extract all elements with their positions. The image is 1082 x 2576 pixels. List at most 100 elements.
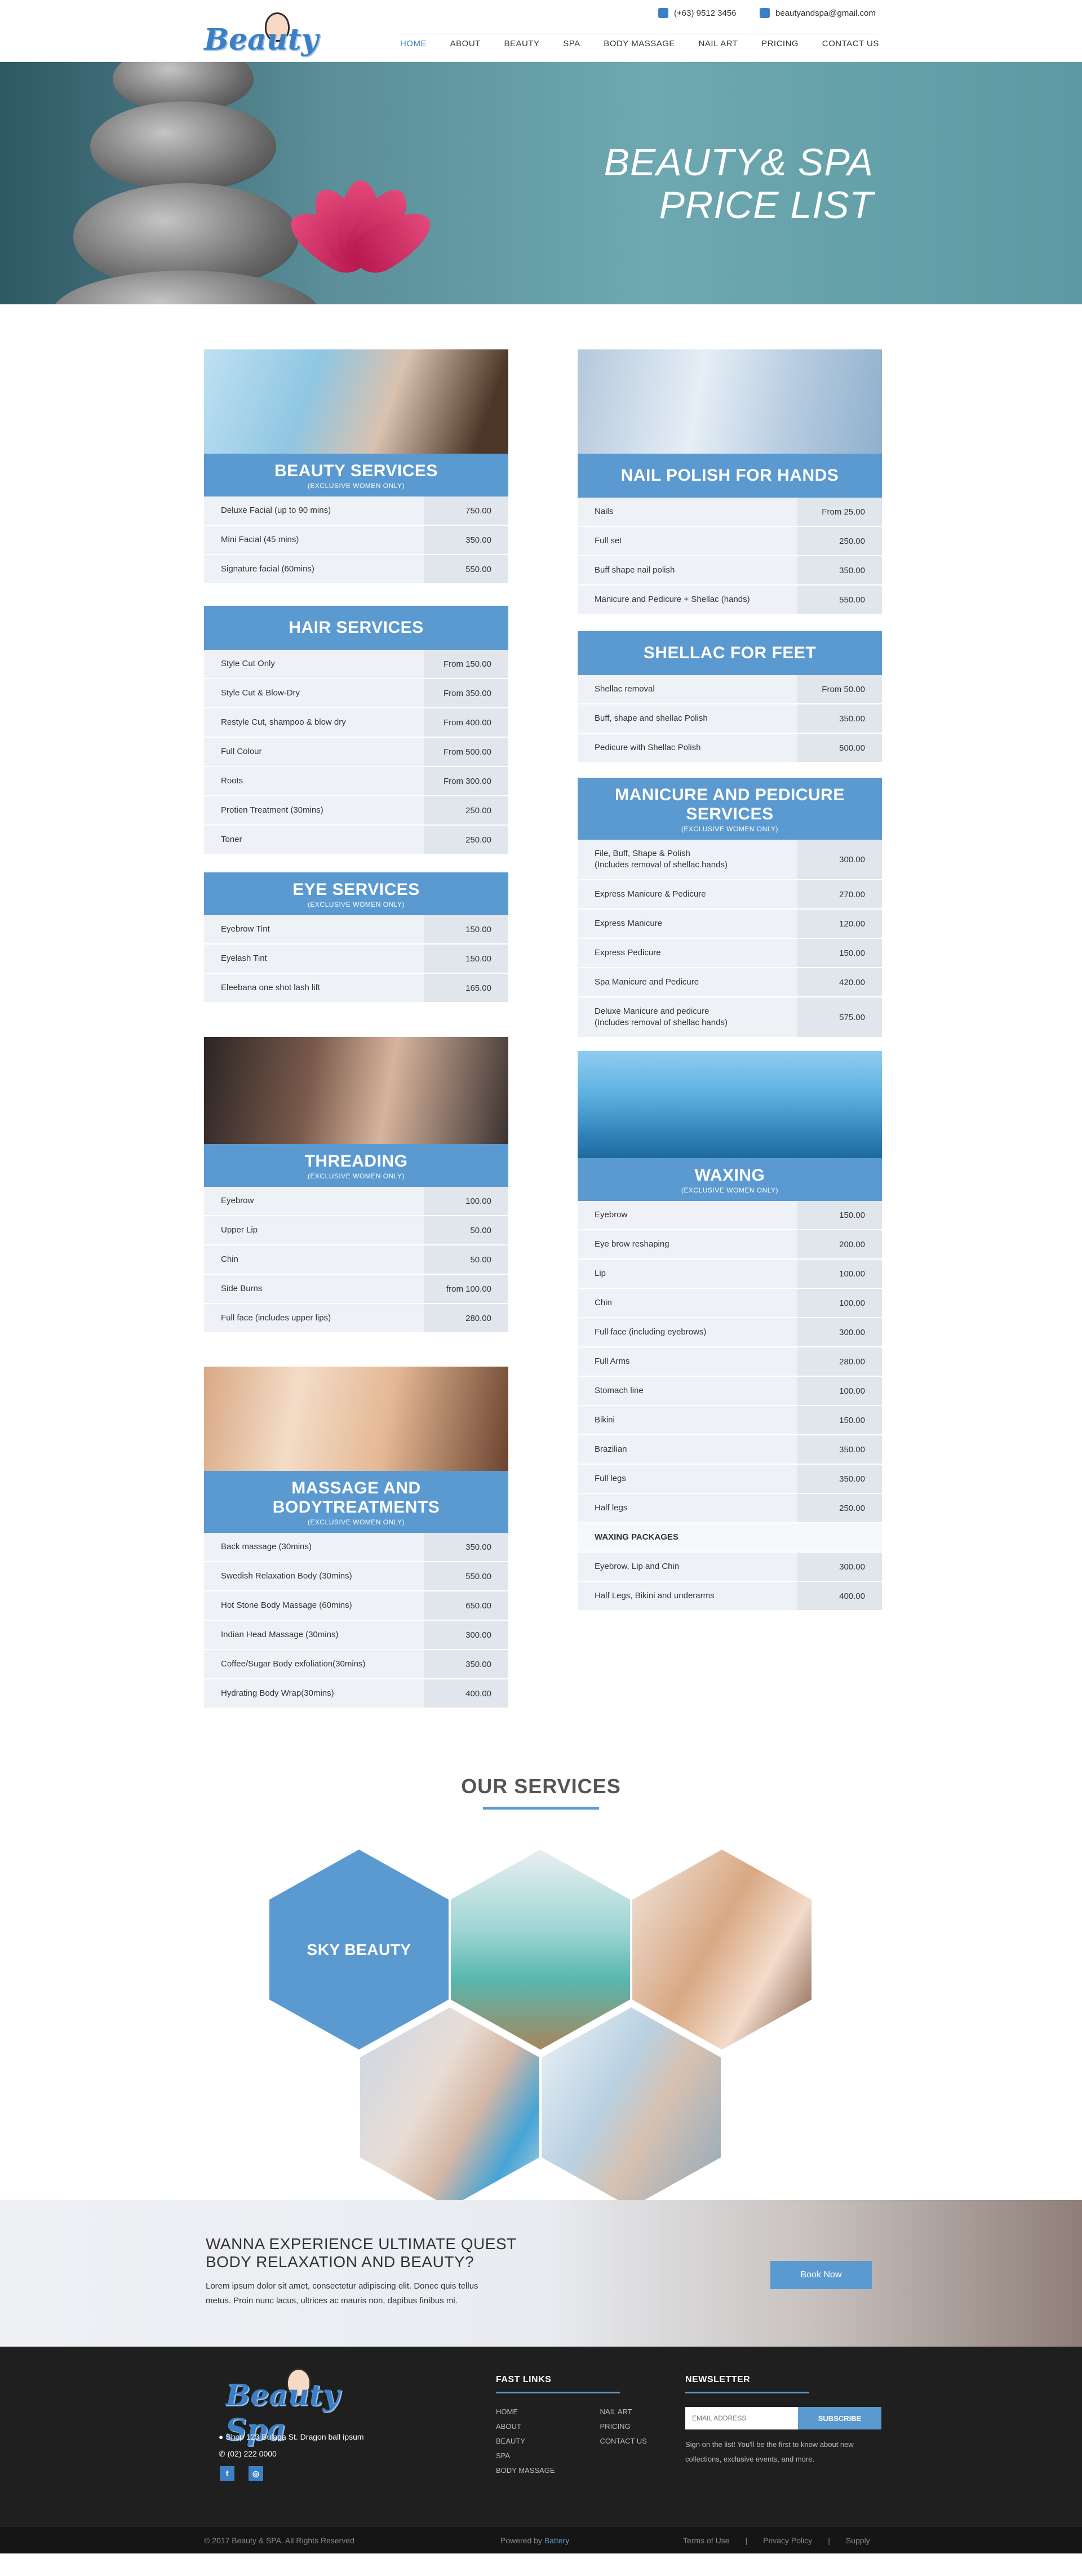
service-price: 150.00 <box>797 1406 882 1434</box>
facebook-icon[interactable]: f <box>220 2466 234 2481</box>
manicure-pedicure-card: MANICURE AND PEDICURE SERVICES (EXCLUSIV… <box>578 778 882 1038</box>
fast-links-col2: NAIL ART PRICING CONTACT US <box>600 2405 647 2478</box>
service-name: Full Arms <box>595 1356 630 1366</box>
nav-spa[interactable]: SPA <box>563 34 580 48</box>
supply-link[interactable]: Supply <box>846 2536 870 2545</box>
price-row: Spa Manicure and Pedicure 420.00 <box>578 968 882 997</box>
service-price: From 25.00 <box>797 498 882 526</box>
nav-body-massage[interactable]: BODY MASSAGE <box>604 34 675 48</box>
price-row: Eyebrow 100.00 <box>204 1187 508 1216</box>
nav-beauty[interactable]: BEAUTY <box>504 34 540 48</box>
service-price: 350.00 <box>424 526 508 554</box>
card-title: BEAUTY SERVICES <box>274 462 438 480</box>
price-row: Deluxe Manicure and pedicure (Includes r… <box>578 997 882 1038</box>
eye-services-card: EYE SERVICES (EXCLUSIVE WOMEN ONLY) Eyeb… <box>204 872 508 1003</box>
manicure-pedicure-header: MANICURE AND PEDICURE SERVICES (EXCLUSIV… <box>578 778 882 840</box>
service-price: 150.00 <box>797 1201 882 1229</box>
nav-about[interactable]: ABOUT <box>450 34 481 48</box>
footer-link[interactable]: CONTACT US <box>600 2434 647 2449</box>
footer-link[interactable]: ABOUT <box>496 2419 555 2434</box>
price-rows: Back massage (30mins) 350.00 Swedish Relax… <box>204 1533 508 1709</box>
service-price: From 400.00 <box>424 708 508 737</box>
service-name: Nails <box>595 507 614 516</box>
service-price: 100.00 <box>797 1260 882 1288</box>
service-name: Express Pedicure <box>595 948 661 957</box>
footer-link[interactable]: NAIL ART <box>600 2405 647 2419</box>
service-name: Eyebrow <box>595 1210 628 1220</box>
service-price: 300.00 <box>424 1621 508 1649</box>
price-rows: Deluxe Facial (up to 90 mins) 750.00 Mini … <box>204 496 508 584</box>
header-phone: (+63) 9512 3456 <box>658 8 737 18</box>
cta-heading: WANNA EXPERIENCE ULTIMATE QUEST BODY REL… <box>206 2235 517 2271</box>
footer-link[interactable]: SPA <box>496 2449 555 2463</box>
subscribe-button[interactable]: SUBSCRIBE <box>798 2407 881 2429</box>
service-name: Eye brow reshaping <box>595 1239 669 1249</box>
price-row: Pedicure with Shellac Polish 500.00 <box>578 734 882 763</box>
service-price: From 350.00 <box>424 679 508 707</box>
footer-link[interactable]: BODY MASSAGE <box>496 2463 555 2478</box>
price-row: Buff shape nail polish 350.00 <box>578 556 882 586</box>
book-now-button[interactable]: Book Now <box>770 2261 872 2289</box>
footer-logo[interactable]: Beauty Spa <box>225 2368 355 2447</box>
mail-icon <box>760 8 770 18</box>
footer-link[interactable]: HOME <box>496 2405 555 2419</box>
card-title: NAIL POLISH FOR HANDS <box>620 466 839 485</box>
nav-home[interactable]: HOME <box>400 34 427 48</box>
card-title: EYE SERVICES <box>292 880 420 899</box>
site-logo[interactable]: Beauty Spa <box>204 12 334 91</box>
nav-pricing[interactable]: PRICING <box>761 34 799 48</box>
price-row: Style Cut Only From 150.00 <box>204 650 508 679</box>
service-name: Protien Treatment (30mins) <box>221 805 323 815</box>
service-name: Indian Head Massage (30mins) <box>221 1630 339 1639</box>
service-price: from 100.00 <box>424 1275 508 1303</box>
service-hex-sky-beauty[interactable]: SKY BEAUTY <box>269 1850 449 2050</box>
location-pin-icon: ● <box>219 2432 224 2441</box>
header-email[interactable]: beautyandspa@gmail.com <box>760 8 876 18</box>
service-hex-towels[interactable] <box>451 1850 630 2050</box>
price-row: Express Manicure 120.00 <box>578 910 882 939</box>
newsletter-email-input[interactable] <box>685 2407 798 2429</box>
service-hex-hair-wash[interactable] <box>542 2007 721 2207</box>
price-row: Mini Facial (45 mins) 350.00 <box>204 526 508 555</box>
footer-link[interactable]: PRICING <box>600 2419 647 2434</box>
service-hex-facial[interactable] <box>632 1850 812 2050</box>
threading-card: THREADING (EXCLUSIVE WOMEN ONLY) Eyebrow… <box>204 1037 508 1333</box>
service-price: 165.00 <box>424 974 508 1002</box>
price-row: Eye brow reshaping 200.00 <box>578 1230 882 1260</box>
newsletter-text: Sign on the list! You'll be the first to… <box>685 2440 854 2463</box>
service-hex-nails[interactable] <box>360 2007 539 2207</box>
service-price: 270.00 <box>797 880 882 908</box>
email-text[interactable]: beautyandspa@gmail.com <box>775 8 876 18</box>
newsletter-form: SUBSCRIBE <box>685 2407 888 2429</box>
service-price: 50.00 <box>424 1245 508 1274</box>
service-price: From 300.00 <box>424 767 508 795</box>
price-row: Bikini 150.00 <box>578 1406 882 1435</box>
legal-links: Terms of Use | Privacy Policy | Supply <box>683 2536 870 2545</box>
service-price: 350.00 <box>424 1533 508 1561</box>
service-name: Eyebrow <box>221 1196 254 1205</box>
service-name: Chin <box>221 1254 238 1264</box>
price-row: Hot Stone Body Massage (60mins) 650.00 <box>204 1591 508 1621</box>
price-row: Coffee/Sugar Body exfoliation(30mins) 350… <box>204 1650 508 1679</box>
service-price: 750.00 <box>424 496 508 525</box>
separator: | <box>828 2536 830 2545</box>
service-name: Deluxe Facial (up to 90 mins) <box>221 506 331 515</box>
instagram-icon[interactable]: ◎ <box>249 2466 263 2481</box>
footer-link[interactable]: BEAUTY <box>496 2434 555 2449</box>
privacy-link[interactable]: Privacy Policy <box>763 2536 812 2545</box>
beauty-services-card: BEAUTY SERVICES (EXCLUSIVE WOMEN ONLY) D… <box>204 349 508 584</box>
threading-image <box>204 1037 508 1144</box>
nav-contact-us[interactable]: CONTACT US <box>822 34 879 48</box>
service-name: Full Colour <box>221 747 262 756</box>
price-row: Full face (including eyebrows) 300.00 <box>578 1318 882 1347</box>
price-row: Eyebrow, Lip and Chin 300.00 <box>578 1553 882 1582</box>
nav-nail-art[interactable]: NAIL ART <box>699 34 738 48</box>
service-price: 250.00 <box>424 796 508 824</box>
service-price: 50.00 <box>424 1216 508 1244</box>
service-name: Spa Manicure and Pedicure <box>595 977 699 987</box>
waxing-image <box>578 1051 882 1158</box>
title-underline <box>483 1807 599 1810</box>
powered-brand-link[interactable]: Battery <box>544 2536 569 2545</box>
newsletter: NEWSLETTER SUBSCRIBE Sign on the list! Y… <box>685 2375 888 2467</box>
terms-link[interactable]: Terms of Use <box>683 2536 729 2545</box>
